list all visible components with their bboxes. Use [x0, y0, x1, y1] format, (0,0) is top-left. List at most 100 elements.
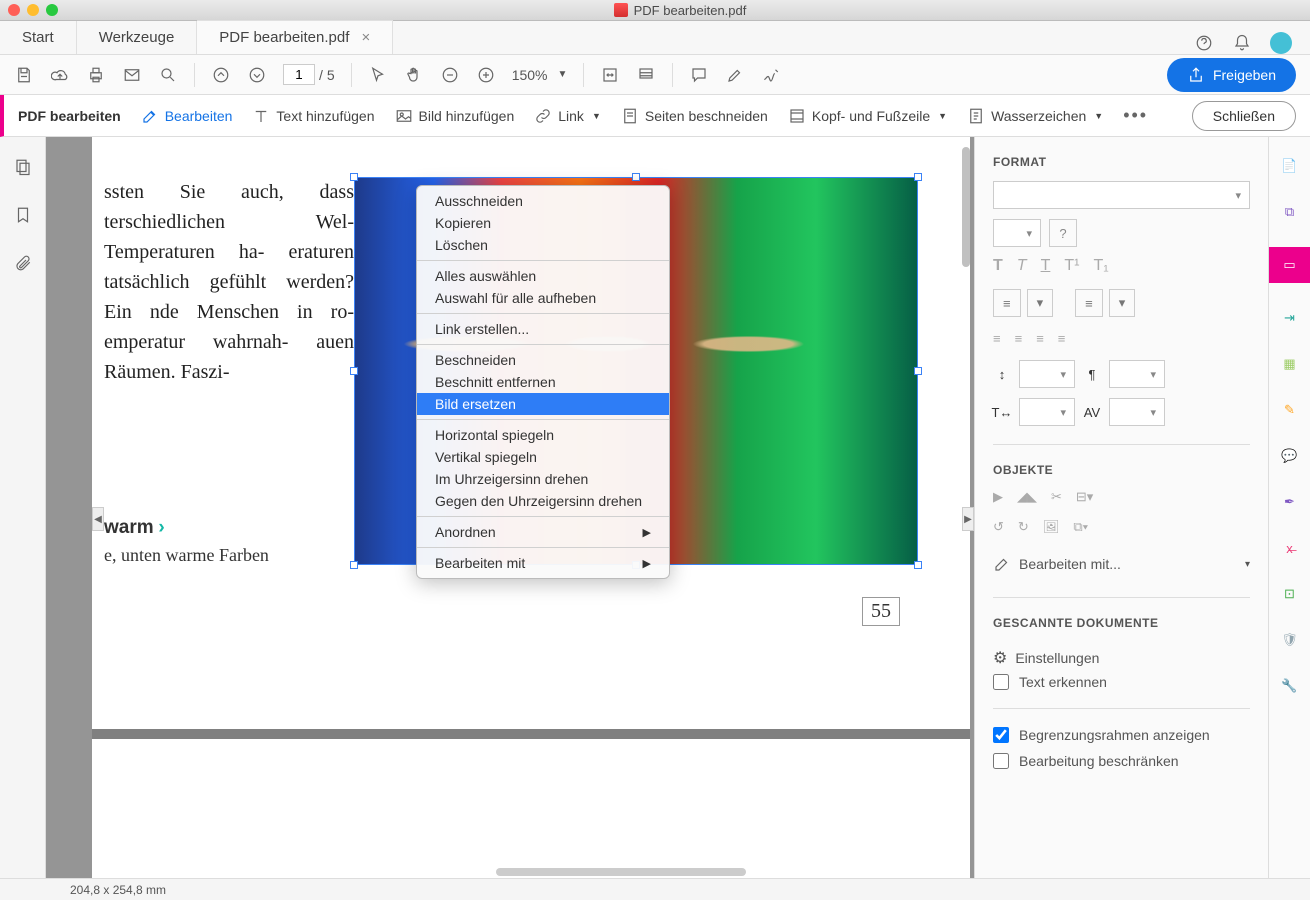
sign-icon[interactable]: [761, 65, 781, 85]
print-icon[interactable]: [86, 65, 106, 85]
export-pdf-icon[interactable]: ⇥: [1279, 307, 1301, 329]
combine-icon[interactable]: ⧉: [1279, 201, 1301, 223]
notifications-icon[interactable]: [1232, 33, 1252, 53]
ctx-im-uhrzeigersinn-drehen[interactable]: Im Uhrzeigersinn drehen: [417, 468, 669, 490]
flip-horizontal-icon[interactable]: ▶: [993, 489, 1003, 505]
caption-line2[interactable]: e, unten warme Farben: [104, 545, 269, 566]
close-tab-icon[interactable]: ×: [362, 29, 371, 46]
caption-warm[interactable]: warm ›: [104, 517, 165, 539]
vertical-scrollbar[interactable]: [962, 147, 970, 267]
ctx-vertikal-spiegeln[interactable]: Vertikal spiegeln: [417, 446, 669, 468]
rotate-ccw-icon[interactable]: ↺: [993, 519, 1004, 535]
font-help-icon[interactable]: ?: [1049, 219, 1077, 247]
comment-icon[interactable]: [689, 65, 709, 85]
header-footer-button[interactable]: Kopf- und Fußzeile▼: [788, 107, 947, 125]
tab-document[interactable]: PDF bearbeiten.pdf ×: [197, 20, 393, 54]
bullet-list-dropdown[interactable]: ▾: [1027, 289, 1054, 317]
align-right-icon[interactable]: ≡: [1036, 331, 1044, 346]
page-view-icon[interactable]: [636, 65, 656, 85]
resize-handle-tr[interactable]: [914, 173, 922, 181]
protect-icon[interactable]: 🛡: [1279, 629, 1301, 651]
ctx-link-erstellen-[interactable]: Link erstellen...: [417, 318, 669, 340]
ctx-alles-ausw-hlen[interactable]: Alles auswählen: [417, 265, 669, 287]
ctx-beschneiden[interactable]: Beschneiden: [417, 349, 669, 371]
resize-handle-br[interactable]: [914, 561, 922, 569]
ctx-bearbeiten-mit[interactable]: Bearbeiten mit▶: [417, 552, 669, 574]
resize-handle-bl[interactable]: [350, 561, 358, 569]
help-icon[interactable]: [1194, 33, 1214, 53]
tab-start[interactable]: Start: [0, 21, 77, 54]
page-current-input[interactable]: [283, 64, 315, 85]
align-left-icon[interactable]: ≡: [993, 331, 1001, 346]
align-objects-icon[interactable]: ⊟▾: [1076, 489, 1093, 505]
maximize-window-icon[interactable]: [46, 4, 58, 16]
redact-icon[interactable]: x̶: [1279, 537, 1301, 559]
fill-sign-icon[interactable]: ✎: [1279, 399, 1301, 421]
crop-icon[interactable]: ✂: [1051, 489, 1062, 505]
fit-width-icon[interactable]: [600, 65, 620, 85]
bullet-list-button[interactable]: ≡: [993, 289, 1021, 317]
number-list-dropdown[interactable]: ▾: [1109, 289, 1136, 317]
horizontal-scrollbar[interactable]: [496, 868, 746, 876]
settings-link[interactable]: ⚙Einstellungen: [993, 642, 1250, 674]
bold-icon[interactable]: T: [993, 257, 1003, 275]
pointer-icon[interactable]: [368, 65, 388, 85]
more-tools-icon[interactable]: 🔧: [1279, 675, 1301, 697]
line-spacing-select[interactable]: ▾: [1019, 360, 1075, 388]
share-button[interactable]: Freigeben: [1167, 58, 1296, 92]
align-justify-icon[interactable]: ≡: [1058, 331, 1066, 346]
highlight-icon[interactable]: [725, 65, 745, 85]
document-canvas[interactable]: ssten Sie auch, dass terschiedlichen Wel…: [46, 137, 974, 878]
resize-handle-tm[interactable]: [632, 173, 640, 181]
page-down-icon[interactable]: [247, 65, 267, 85]
link-button[interactable]: Link▼: [534, 107, 601, 125]
bookmarks-icon[interactable]: [13, 205, 33, 225]
font-family-select[interactable]: ▾: [993, 181, 1250, 209]
number-list-button[interactable]: ≡: [1075, 289, 1103, 317]
bbox-checkbox[interactable]: Begrenzungsrahmen anzeigen: [993, 727, 1250, 743]
edit-with-link[interactable]: Bearbeiten mit...▾: [993, 549, 1250, 579]
create-pdf-icon[interactable]: 📄: [1279, 155, 1301, 177]
email-icon[interactable]: [122, 65, 142, 85]
cloud-upload-icon[interactable]: [50, 65, 70, 85]
zoom-in-icon[interactable]: [476, 65, 496, 85]
paragraph-spacing-select[interactable]: ▾: [1109, 360, 1165, 388]
collapse-left-icon[interactable]: ◀: [92, 507, 104, 531]
ctx-gegen-den-uhrzeigersinn-drehen[interactable]: Gegen den Uhrzeigersinn drehen: [417, 490, 669, 512]
zoom-out-icon[interactable]: [440, 65, 460, 85]
watermark-button[interactable]: Wasserzeichen▼: [967, 107, 1103, 125]
more-menu-icon[interactable]: •••: [1123, 105, 1148, 126]
ctx-anordnen[interactable]: Anordnen▶: [417, 521, 669, 543]
ctx-beschnitt-entfernen[interactable]: Beschnitt entfernen: [417, 371, 669, 393]
ctx-auswahl-f-r-alle-aufheben[interactable]: Auswahl für alle aufheben: [417, 287, 669, 309]
sign-tool-icon[interactable]: ✒: [1279, 491, 1301, 513]
add-text-button[interactable]: Text hinzufügen: [252, 107, 374, 125]
underline-icon[interactable]: T: [1041, 257, 1051, 275]
ctx-l-schen[interactable]: Löschen: [417, 234, 669, 256]
avatar[interactable]: [1270, 32, 1292, 54]
superscript-icon[interactable]: T¹: [1064, 257, 1079, 275]
font-size-select[interactable]: ▾: [993, 219, 1041, 247]
ctx-ausschneiden[interactable]: Ausschneiden: [417, 190, 669, 212]
optimize-icon[interactable]: ⊡: [1279, 583, 1301, 605]
collapse-right-icon[interactable]: ▶: [962, 507, 974, 531]
save-icon[interactable]: [14, 65, 34, 85]
resize-handle-mr[interactable]: [914, 367, 922, 375]
crop-pages-button[interactable]: Seiten beschneiden: [621, 107, 768, 125]
ctx-horizontal-spiegeln[interactable]: Horizontal spiegeln: [417, 424, 669, 446]
organize-icon[interactable]: ▦: [1279, 353, 1301, 375]
comment-tool-icon[interactable]: 💬: [1279, 445, 1301, 467]
ocr-checkbox[interactable]: Text erkennen: [993, 674, 1250, 690]
search-icon[interactable]: [158, 65, 178, 85]
rotate-cw-icon[interactable]: ↻: [1018, 519, 1029, 535]
resize-handle-ml[interactable]: [350, 367, 358, 375]
ctx-bild-ersetzen[interactable]: Bild ersetzen: [417, 393, 669, 415]
replace-image-icon[interactable]: 🖼: [1043, 519, 1060, 535]
tab-tools[interactable]: Werkzeuge: [77, 21, 198, 54]
edit-pdf-icon[interactable]: ▭: [1269, 247, 1310, 283]
body-text[interactable]: ssten Sie auch, dass terschiedlichen Wel…: [104, 177, 354, 387]
zoom-select[interactable]: 150%▼: [512, 67, 568, 83]
attachments-icon[interactable]: [13, 253, 33, 273]
ctx-kopieren[interactable]: Kopieren: [417, 212, 669, 234]
close-editbar-button[interactable]: Schließen: [1192, 101, 1296, 131]
